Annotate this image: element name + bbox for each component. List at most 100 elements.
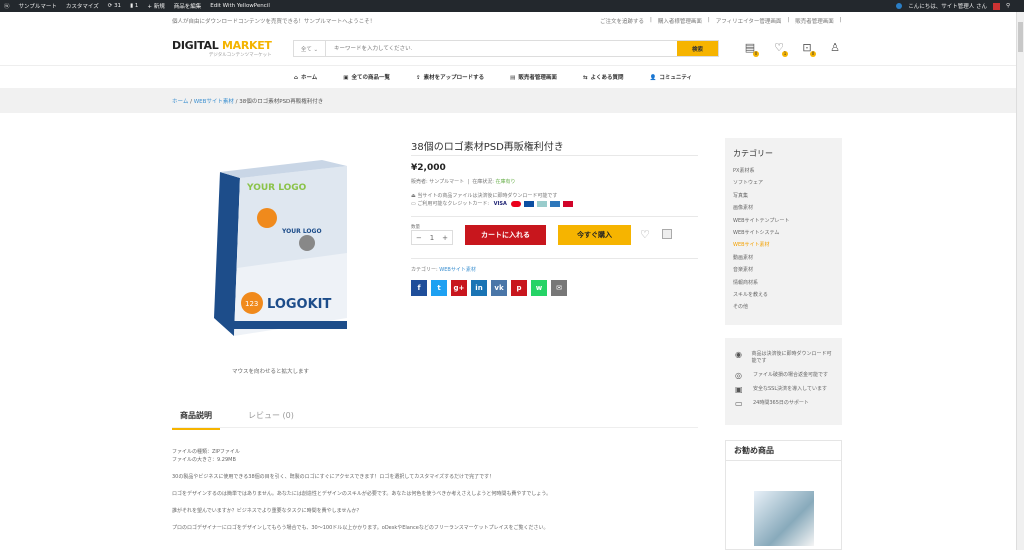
search-input[interactable] <box>326 41 677 56</box>
wishlist-count: 1 <box>782 51 788 57</box>
logo-text-accent: MARKET <box>221 39 272 52</box>
feature-text: ファイル破損の場合返金可能です <box>753 372 829 378</box>
product-title: 38個のロゴ素材PSD再販権利付き <box>411 142 564 153</box>
share-twitter-button[interactable]: t <box>431 280 447 296</box>
amex-icon <box>550 200 561 207</box>
share-whatsapp-button[interactable]: w <box>531 280 547 296</box>
wishlist-heart-icon[interactable]: ♡ <box>640 228 650 241</box>
admin-new-link[interactable]: + 新規 <box>147 2 164 10</box>
feature-item: ◎ ファイル破損の場合返金可能です <box>725 372 842 380</box>
admin-customize-link[interactable]: カスタマイズ <box>66 2 99 10</box>
sep: | <box>787 17 790 23</box>
stock-label: 在庫状況: <box>472 179 494 185</box>
visa-icon: VISA <box>493 201 507 207</box>
feature-item: ▣ 安全なSSL決済を導入しています <box>725 386 842 394</box>
cards-label: ご利用可能なクレジットカード: <box>417 201 490 207</box>
wishlist-icon[interactable]: ♡ 1 <box>772 41 788 57</box>
sidebar-category-item[interactable]: 音楽素材 <box>733 264 834 276</box>
avatar[interactable] <box>992 2 1000 10</box>
breadcrumb-current: 38個のロゴ素材PSD再販権利付き <box>239 99 324 105</box>
new-label: 新規 <box>153 4 165 10</box>
category-widget: カテゴリー PX素材系 ソフトウェア 写真集 画像素材 WEBサイトテンプレート WEBサ… <box>725 138 842 325</box>
sidebar-category-item[interactable]: 動画素材 <box>733 252 834 264</box>
updates-count: 31 <box>114 3 122 9</box>
cart-icon[interactable]: ⊡ 0 <box>800 41 816 57</box>
sidebar-category-item[interactable]: その他 <box>733 301 834 313</box>
share-google-plus-button[interactable]: g+ <box>451 280 467 296</box>
description-paragraph: 誰がそれを望んでいますか？ビジネスでより重要なタスクに時間を費やしませんか？ <box>172 508 362 514</box>
nav-all-products[interactable]: ▣ 全ての商品一覧 <box>343 73 390 81</box>
share-linkedin-button[interactable]: in <box>471 280 487 296</box>
sidebar-category-item[interactable]: WEBサイト素材 <box>733 239 834 251</box>
breadcrumb-category[interactable]: WEBサイト素材 <box>194 99 234 105</box>
product-image[interactable]: YOUR LOGO YOUR LOGO 123 LOGOKIT <box>212 158 352 338</box>
recommended-widget: お勧め商品 <box>725 440 842 550</box>
compare-icon[interactable]: ▤ 0 <box>743 41 759 57</box>
nav-upload[interactable]: ⇪ 素材をアップロードする <box>416 73 484 81</box>
add-to-cart-button[interactable]: カートに入れる <box>465 225 546 245</box>
admin-greeting[interactable]: こんにちは、サイト管理人 さん <box>908 2 987 10</box>
scrollbar[interactable] <box>1016 12 1024 550</box>
sidebar-category-item[interactable]: 画像素材 <box>733 202 834 214</box>
share-pinterest-button[interactable]: p <box>511 280 527 296</box>
nav-label: ホーム <box>300 75 318 81</box>
nav-home[interactable]: ⌂ ホーム <box>294 73 317 81</box>
sep: | <box>650 17 652 23</box>
notification-badge[interactable] <box>896 3 903 9</box>
nav-faq[interactable]: ⇆ よくある質問 <box>583 73 624 81</box>
admin-comments-link[interactable]: ▮ 1 <box>130 3 138 9</box>
nav-label: コミュニティ <box>659 75 692 81</box>
sidebar-category-item[interactable]: WEBサイトシステム <box>733 227 834 239</box>
plus-button[interactable]: + <box>442 234 448 242</box>
account-icon[interactable]: ♙ <box>828 41 842 55</box>
support-icon: ▭ <box>735 399 743 408</box>
sidebar-category-item[interactable]: スキルを教える <box>733 289 834 301</box>
nav-seller-dashboard[interactable]: ▤ 販売者管理画面 <box>510 73 557 81</box>
jcb-icon <box>524 200 535 207</box>
minus-button[interactable]: − <box>416 234 422 242</box>
compare-chart-icon[interactable] <box>662 229 672 239</box>
share-vk-button[interactable]: vk <box>491 280 507 296</box>
sidebar-category-item[interactable]: 情報商材系 <box>733 277 834 289</box>
file-type: ファイルの種類：ZIPファイル <box>172 449 240 455</box>
recommended-product-image[interactable] <box>753 491 814 546</box>
track-order-link[interactable]: ご注文を追跡する <box>600 17 644 25</box>
product-meta: 販売者: サンプルマート | 在庫状況: 在庫有り <box>411 178 516 185</box>
quantity-stepper[interactable]: −1 + <box>411 230 453 245</box>
affiliate-dashboard-link[interactable]: アフィリエイター管理画面 <box>716 17 782 25</box>
product-description: ファイルの種類：ZIPファイル ファイルの大きさ：9.29MB 30の製品やビジネ… <box>172 448 712 541</box>
category-link[interactable]: WEBサイト素材 <box>439 267 476 273</box>
search-category-select[interactable]: 全て ⌄ <box>294 41 326 56</box>
nav-label: よくある質問 <box>590 75 624 81</box>
faq-icon: ⇆ <box>582 75 588 81</box>
share-email-button[interactable]: ✉ <box>551 280 567 296</box>
sidebar-category-item[interactable]: WEBサイトテンプレート <box>733 215 834 227</box>
admin-edit-product-link[interactable]: 商品を編集 <box>174 2 202 10</box>
breadcrumb-home[interactable]: ホーム <box>172 99 188 105</box>
scrollbar-thumb[interactable] <box>1018 22 1023 52</box>
admin-search-icon[interactable]: ⚲ <box>1006 3 1010 9</box>
admin-yellowpencil-link[interactable]: Edit With YellowPencil <box>210 3 270 9</box>
sep: | <box>707 17 710 23</box>
compare-count: 0 <box>753 51 759 57</box>
sidebar-category-item[interactable]: ソフトウェア <box>733 177 834 189</box>
quantity-value[interactable]: 1 <box>430 234 434 242</box>
search-button[interactable]: 検索 <box>677 41 718 56</box>
wordpress-icon[interactable]: ⓦ <box>4 2 10 10</box>
nav-community[interactable]: 👤 コミュニティ <box>649 73 692 81</box>
sidebar-category-item[interactable]: PX素材系 <box>733 165 834 177</box>
top-links: ご注文を追跡する | 購入者様管理画面 | アフィリエイター管理画面 | 販売者管理画… <box>600 17 842 25</box>
admin-updates-link[interactable]: ⟳ 31 <box>108 3 121 9</box>
description-paragraph: プロのロゴデザイナーにロゴをデザインしてもらう場合でも、30〜100ドル以上かか… <box>172 525 549 531</box>
admin-site-link[interactable]: サンプルマート <box>19 2 57 10</box>
buy-now-button[interactable]: 今すぐ購入 <box>558 225 631 245</box>
nav-label: 販売者管理画面 <box>518 75 557 81</box>
sidebar-category-item[interactable]: 写真集 <box>733 190 834 202</box>
nav-label: 素材をアップロードする <box>423 75 485 81</box>
buyer-dashboard-link[interactable]: 購入者様管理画面 <box>658 17 702 25</box>
comments-count: 1 <box>134 3 139 9</box>
seller-dashboard-link[interactable]: 販売者管理画面 <box>795 17 834 25</box>
share-facebook-button[interactable]: f <box>411 280 427 296</box>
mastercard-icon <box>511 200 522 207</box>
site-logo[interactable]: DIGITAL MARKET デジタルコンテンツマーケット <box>172 39 272 58</box>
